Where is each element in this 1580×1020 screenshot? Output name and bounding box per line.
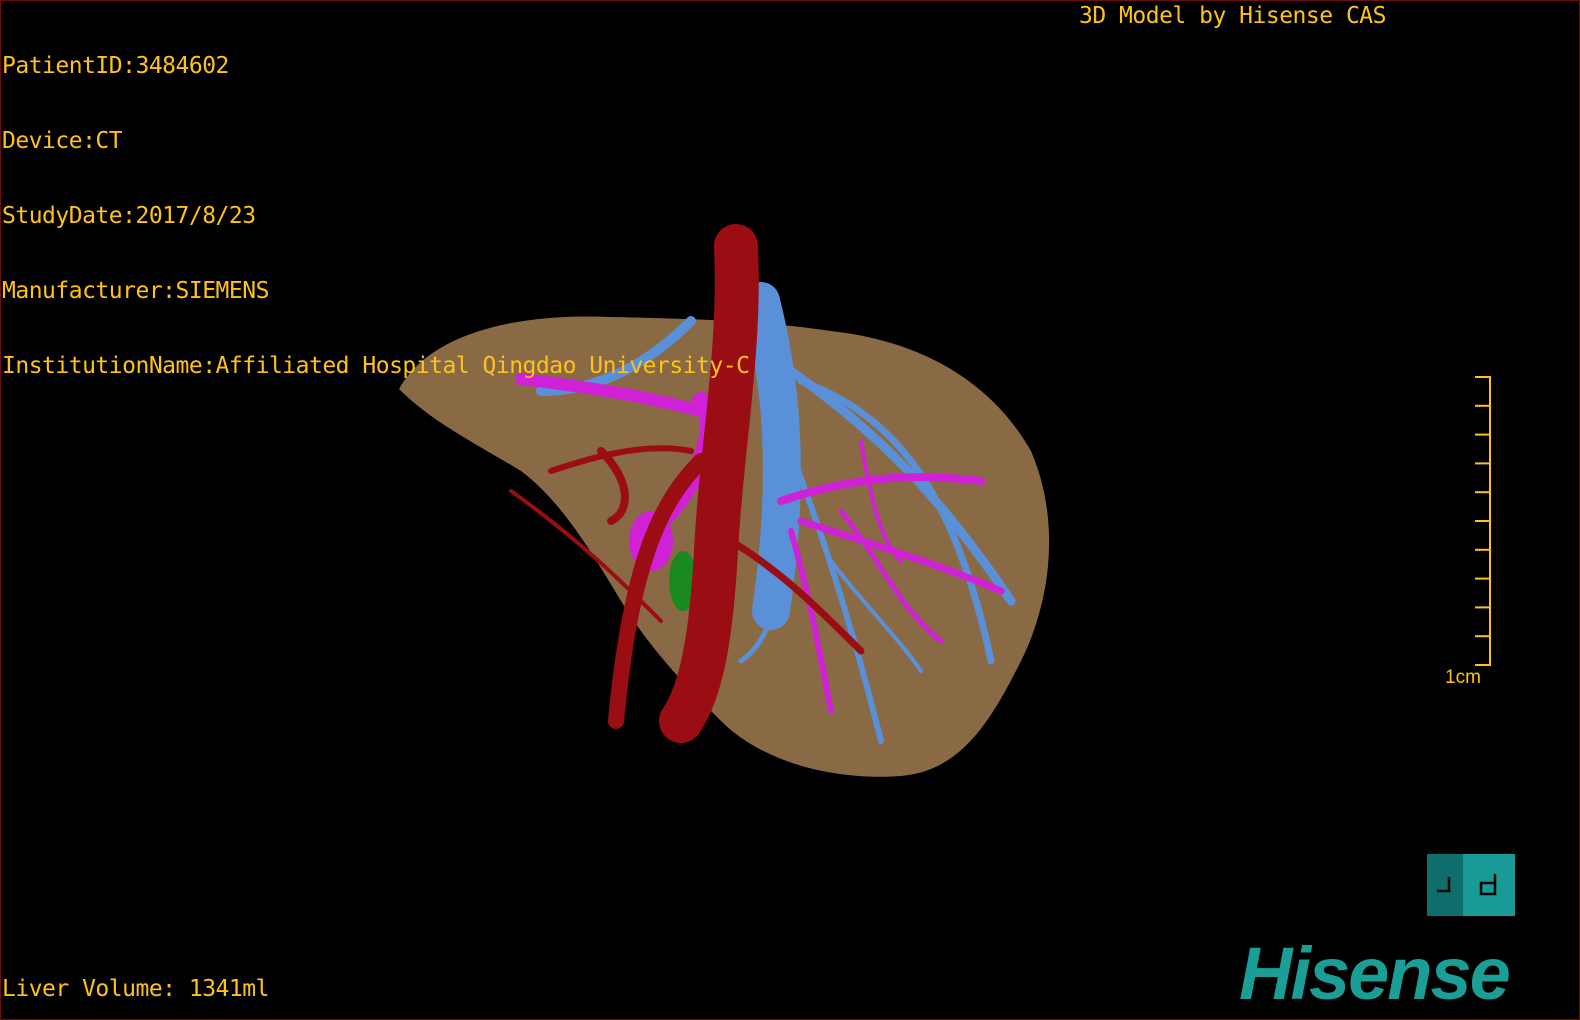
3d-viewport[interactable]: PatientID:3484602 Device:CT StudyDate:20…	[0, 0, 1580, 1020]
view-toggle-button[interactable]	[1427, 854, 1515, 916]
scale-label: 1cm	[1445, 667, 1481, 688]
manufacturer: Manufacturer:SIEMENS	[2, 278, 269, 304]
left-panel-icon	[1427, 854, 1463, 916]
model-credit: 3D Model by Hisense CAS	[1079, 3, 1387, 29]
study-date: StudyDate:2017/8/23	[2, 203, 256, 229]
scale-ruler	[1475, 376, 1491, 666]
patient-id: PatientID:3484602	[2, 53, 229, 79]
device: Device:CT	[2, 128, 123, 154]
right-panel-icon	[1463, 854, 1515, 916]
institution-name: InstitutionName:Affiliated Hospital Qing…	[2, 353, 750, 379]
hisense-logo: Hisense	[1239, 932, 1511, 1015]
liver-volume: Liver Volume: 1341ml	[2, 976, 269, 1002]
study-info: PatientID:3484602 Device:CT StudyDate:20…	[2, 4, 750, 429]
